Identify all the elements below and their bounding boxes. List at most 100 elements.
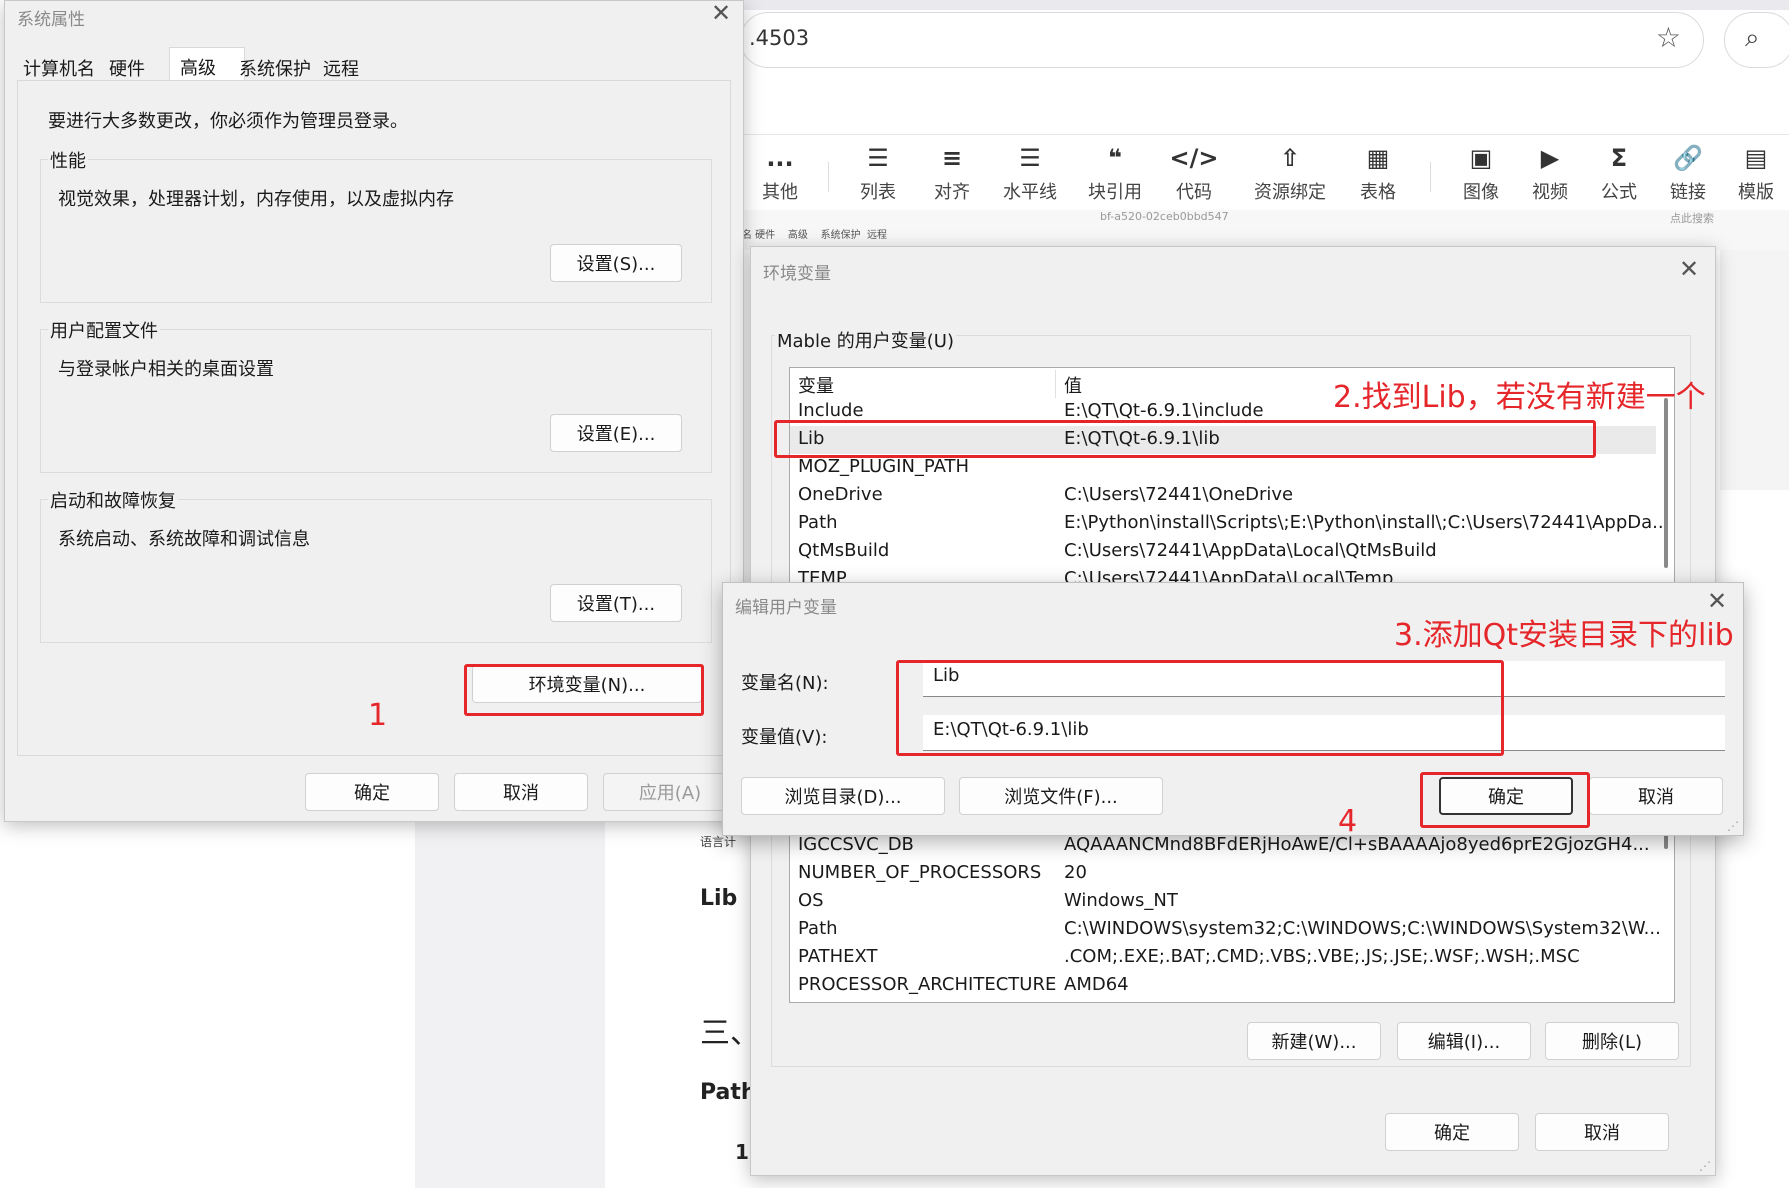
- resize-grip-icon[interactable]: ⋰: [1699, 1159, 1711, 1173]
- variable-name: MOZ_PLUGIN_PATH: [798, 456, 970, 477]
- toolbar-separator: [1430, 162, 1431, 192]
- user-profile-desc: 与登录帐户相关的桌面设置: [58, 359, 274, 380]
- tab-remote[interactable]: 远程: [323, 55, 359, 81]
- toolbar-label: 资源绑定: [1254, 182, 1326, 203]
- toolbar-label: 其他: [762, 182, 798, 203]
- variable-value: E:\QT\Qt-6.9.1\include: [1064, 400, 1264, 421]
- ok-button[interactable]: 确定: [305, 773, 439, 811]
- mini-tabs: 名 硬件 高级 系统保护 远程: [742, 230, 887, 241]
- annotation-box-lib-row: [774, 420, 1596, 458]
- scrollbar-thumb[interactable]: [1664, 398, 1668, 568]
- tab-system-protection[interactable]: 系统保护: [239, 55, 311, 81]
- user-variables-caption: Mable 的用户变量(U): [775, 327, 957, 353]
- dialog-title: 系统属性: [17, 10, 85, 30]
- column-variable[interactable]: 变量: [798, 372, 834, 398]
- search-icon: ⌕: [1745, 23, 1760, 53]
- delete-variable-button[interactable]: 删除(L): [1545, 1022, 1679, 1060]
- quote-icon: ❝: [1107, 144, 1123, 172]
- table-row[interactable]: OneDrive C:\Users\72441\OneDrive: [790, 482, 1674, 510]
- tab-advanced-active[interactable]: 高级: [169, 47, 245, 83]
- toolbar-image[interactable]: ▣ 图像: [1441, 140, 1521, 204]
- table-icon: ▦: [1366, 144, 1390, 172]
- toolbar-template[interactable]: ▤ 模版: [1716, 140, 1789, 204]
- toolbar-quote[interactable]: ❝ 块引用: [1075, 140, 1155, 204]
- align-icon: ≡: [941, 144, 963, 172]
- tab-strip: 计算机名 硬件 高级 系统保护 远程: [17, 47, 737, 83]
- variable-value-label: 变量值(V):: [741, 727, 828, 748]
- toolbar-label: 公式: [1601, 182, 1637, 203]
- annotation-step1: 1: [368, 698, 388, 733]
- toolbar-label: 模版: [1738, 182, 1774, 203]
- toolbar-code[interactable]: </> 代码: [1154, 140, 1234, 204]
- admin-note: 要进行大多数更改，你必须作为管理员登录。: [48, 111, 408, 132]
- tab-panel: 要进行大多数更改，你必须作为管理员登录。 性能 视觉效果，处理器计划，内存使用，…: [17, 80, 731, 756]
- toolbar-label: 视频: [1532, 182, 1568, 203]
- variable-name-label: 变量名(N):: [741, 673, 829, 694]
- annotation-box-env-button: [464, 664, 704, 716]
- doc-num-one: 1: [735, 1140, 749, 1164]
- variable-value: E:\Python\install\Scripts\;E:\Python\ins…: [1064, 512, 1670, 533]
- performance-caption: 性能: [48, 147, 88, 173]
- toolbar-more[interactable]: ... 其他: [740, 140, 820, 204]
- annotation-box-inputs: [896, 660, 1504, 756]
- dialog-title: 环境变量: [763, 264, 831, 284]
- env-cancel-button[interactable]: 取消: [1535, 1113, 1669, 1151]
- toolbar-hr[interactable]: ☰ 水平线: [990, 140, 1070, 204]
- toolbar-formula[interactable]: Σ 公式: [1579, 140, 1659, 204]
- toolbar-label: 列表: [860, 182, 896, 203]
- address-text: .4503: [749, 26, 810, 50]
- search-button[interactable]: ⌕: [1724, 12, 1789, 68]
- startup-recovery-settings-button[interactable]: 设置(T)...: [550, 584, 682, 622]
- edit-cancel-button[interactable]: 取消: [1589, 777, 1723, 815]
- editor-toolbar: ... 其他 ☰ 列表 ≡ 对齐 ☰ 水平线 ❝ 块引用 </> 代码 ⇧ 资源绑定 ▦ 表格 …: [740, 140, 1789, 210]
- user-profile-settings-button[interactable]: 设置(E)...: [550, 414, 682, 452]
- toolbar-video[interactable]: ▶ 视频: [1510, 140, 1590, 204]
- toolbar-label: 表格: [1360, 182, 1396, 203]
- dialog-title: 编辑用户变量: [735, 598, 837, 618]
- image-icon: ▣: [1469, 144, 1493, 172]
- toolbar-align[interactable]: ≡ 对齐: [912, 140, 992, 204]
- close-icon[interactable]: ✕: [711, 0, 731, 27]
- table-row[interactable]: MOZ_PLUGIN_PATH: [790, 454, 1674, 482]
- performance-settings-button[interactable]: 设置(S)...: [550, 244, 682, 282]
- star-icon[interactable]: ☆: [1656, 21, 1681, 54]
- video-icon: ▶: [1540, 144, 1560, 172]
- variable-value: C:\Users\72441\AppData\Local\QtMsBuild: [1064, 540, 1437, 561]
- tab-advanced: 高级: [180, 58, 216, 79]
- env-ok-button[interactable]: 确定: [1385, 1113, 1519, 1151]
- annotation-step3: 3.添加Qt安装目录下的lib: [1394, 618, 1734, 653]
- column-value[interactable]: 值: [1064, 372, 1082, 398]
- variable-name: QtMsBuild: [798, 540, 890, 561]
- table-row[interactable]: QtMsBuild C:\Users\72441\AppData\Local\Q…: [790, 538, 1674, 566]
- edit-variable-button[interactable]: 编辑(I)...: [1397, 1022, 1531, 1060]
- mini-search: 点此搜索: [1670, 212, 1714, 225]
- embedded-screenshot: 名 硬件 高级 系统保护 远程 bf-a520-02ceb0bbd547 点此搜…: [740, 210, 1789, 250]
- table-row[interactable]: Path E:\Python\install\Scripts\;E:\Pytho…: [790, 510, 1674, 538]
- doc-gray-band: [415, 820, 605, 1188]
- tab-computer-name[interactable]: 计算机名: [23, 55, 95, 81]
- address-bar[interactable]: .4503 ☆: [740, 12, 1704, 68]
- list-icon: ☰: [867, 144, 889, 172]
- doc-gray-column: [0, 820, 415, 1188]
- horizontal-line-icon: ☰: [1019, 144, 1041, 172]
- side-scroll-panel: [1720, 250, 1789, 490]
- variable-value: C:\Users\72441\OneDrive: [1064, 484, 1294, 505]
- header-divider: [740, 134, 1789, 135]
- annotation-step2: 2.找到Lib，若没有新建一个: [1333, 380, 1706, 415]
- toolbar-resource[interactable]: ⇧ 资源绑定: [1240, 140, 1340, 204]
- cancel-button[interactable]: 取消: [454, 773, 588, 811]
- browse-file-button[interactable]: 浏览文件(F)...: [959, 777, 1163, 815]
- apply-button[interactable]: 应用(A): [603, 773, 737, 811]
- toolbar-table[interactable]: ▦ 表格: [1338, 140, 1418, 204]
- toolbar-label: 代码: [1176, 182, 1212, 203]
- upload-icon: ⇧: [1279, 144, 1301, 172]
- annotation-step4: 4: [1338, 804, 1358, 839]
- resize-grip-icon[interactable]: ⋰: [1727, 819, 1739, 833]
- variable-name: Include: [798, 400, 864, 421]
- close-icon[interactable]: ✕: [1679, 255, 1699, 283]
- startup-recovery-desc: 系统启动、系统故障和调试信息: [58, 529, 310, 550]
- new-variable-button[interactable]: 新建(W)...: [1247, 1022, 1381, 1060]
- browse-directory-button[interactable]: 浏览目录(D)...: [741, 777, 945, 815]
- toolbar-list[interactable]: ☰ 列表: [838, 140, 918, 204]
- tab-hardware[interactable]: 硬件: [109, 55, 145, 81]
